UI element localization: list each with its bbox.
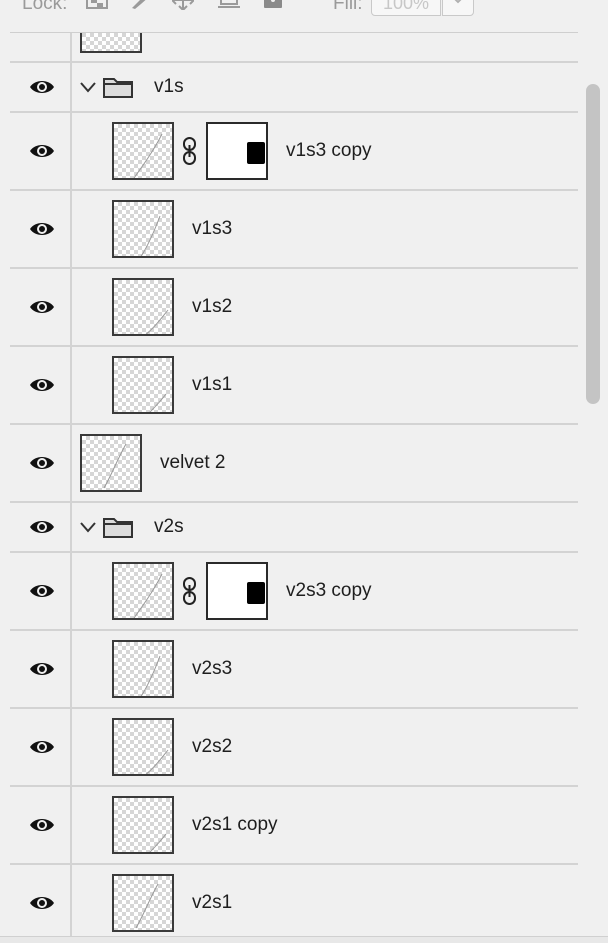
layer-thumbnail-stroke [145, 309, 169, 334]
fill-input[interactable]: 100% [371, 0, 441, 16]
layer-name: v2s3 copy [286, 580, 372, 601]
layer-group-row[interactable]: v1s [10, 63, 578, 113]
lock-artboard-icon[interactable] [218, 0, 240, 10]
eye-icon[interactable] [29, 142, 55, 160]
scrollbar-thumb[interactable] [586, 84, 600, 404]
layer-thumbnail-stroke [103, 443, 127, 489]
folder-icon [103, 78, 133, 98]
visibility-cell[interactable] [10, 503, 72, 551]
layer-row[interactable]: v1s3 copy [10, 113, 578, 191]
layer-thumbnail-stroke [140, 215, 161, 256]
eye-icon[interactable] [29, 298, 55, 316]
layer-thumbnail [80, 33, 142, 53]
layer-thumbnail-stroke [149, 833, 167, 852]
layer-thumbnail[interactable] [112, 718, 174, 776]
layer-name: v2s2 [192, 736, 233, 757]
visibility-cell [10, 33, 72, 61]
layer-thumbnail-stroke [145, 749, 169, 774]
layer-mask-thumbnail[interactable] [206, 562, 268, 620]
eye-icon[interactable] [29, 582, 55, 600]
lock-transparent-pixels-icon[interactable] [86, 0, 108, 10]
eye-icon[interactable] [29, 220, 55, 238]
mask-black-area [247, 142, 265, 164]
layer-thumbnail[interactable] [112, 122, 174, 180]
link-icon[interactable] [182, 137, 198, 165]
layer-row[interactable]: v1s2 [10, 269, 578, 347]
visibility-cell[interactable] [10, 631, 72, 707]
layer-thumbnail-stroke [133, 573, 163, 618]
eye-icon[interactable] [29, 816, 55, 834]
mask-black-area [247, 582, 265, 604]
lock-position-icon[interactable] [172, 0, 194, 10]
layer-row[interactable]: velvet 2 [10, 425, 578, 503]
layer-row[interactable]: v1s1 [10, 347, 578, 425]
layer-group-row[interactable]: v2s [10, 503, 578, 553]
visibility-cell[interactable] [10, 865, 72, 937]
eye-icon[interactable] [29, 738, 55, 756]
folder-icon [103, 518, 133, 538]
layers-panel: v1s v1s3 copy v1s3 v1s2 v1s1 velvet 2 v2s v2s3 … [10, 32, 578, 937]
visibility-cell[interactable] [10, 787, 72, 863]
layer-thumbnail[interactable] [112, 356, 174, 414]
layer-thumbnail[interactable] [112, 562, 174, 620]
visibility-cell[interactable] [10, 553, 72, 629]
layer-thumbnail-stroke [135, 883, 159, 929]
chevron-down-icon[interactable] [80, 521, 96, 533]
layer-thumbnail-stroke [133, 133, 163, 178]
layer-row[interactable]: v2s1 copy [10, 787, 578, 865]
visibility-cell[interactable] [10, 425, 72, 501]
eye-icon[interactable] [29, 518, 55, 536]
visibility-cell[interactable] [10, 63, 72, 111]
chevron-down-icon [454, 0, 462, 4]
layer-thumbnail-stroke [140, 655, 161, 696]
visibility-cell[interactable] [10, 709, 72, 785]
layer-name: v2s [154, 516, 184, 537]
layer-name: v1s [154, 76, 184, 97]
layer-row[interactable] [10, 33, 578, 63]
layer-thumbnail[interactable] [112, 796, 174, 854]
layer-mask-thumbnail[interactable] [206, 122, 268, 180]
visibility-cell[interactable] [10, 269, 72, 345]
eye-icon[interactable] [29, 894, 55, 912]
eye-icon[interactable] [29, 376, 55, 394]
layer-row[interactable]: v2s3 [10, 631, 578, 709]
layer-thumbnail[interactable] [112, 640, 174, 698]
chevron-down-icon[interactable] [80, 81, 96, 93]
layer-name: v1s3 copy [286, 140, 372, 161]
fill-label: Fill: [333, 0, 363, 14]
layer-name: v2s3 [192, 658, 233, 679]
eye-icon[interactable] [29, 454, 55, 472]
lock-image-pixels-icon[interactable] [128, 0, 150, 10]
layer-thumbnail[interactable] [112, 200, 174, 258]
fill-dropdown-button[interactable] [442, 0, 474, 16]
layer-thumbnail[interactable] [112, 278, 174, 336]
layer-name: v1s2 [192, 296, 233, 317]
layer-name: v1s1 [192, 374, 233, 395]
layer-name: v1s3 [192, 218, 233, 239]
layer-thumbnail[interactable] [80, 434, 142, 492]
layer-thumbnail[interactable] [112, 874, 174, 932]
lock-all-icon[interactable] [262, 0, 284, 10]
visibility-cell[interactable] [10, 113, 72, 189]
layer-name: v2s1 copy [192, 814, 278, 835]
layer-row[interactable]: v1s3 [10, 191, 578, 269]
layer-name: velvet 2 [160, 452, 226, 473]
layer-name: v2s1 [192, 892, 233, 913]
layer-row[interactable]: v2s2 [10, 709, 578, 787]
link-icon[interactable] [182, 577, 198, 605]
layer-row[interactable]: v2s1 [10, 865, 578, 937]
layer-row[interactable]: v2s3 copy [10, 553, 578, 631]
layer-thumbnail-stroke [149, 393, 167, 412]
eye-icon[interactable] [29, 660, 55, 678]
eye-icon[interactable] [29, 78, 55, 96]
visibility-cell[interactable] [10, 191, 72, 267]
lock-bar: Lock: Fill: 100% [0, 0, 608, 20]
visibility-cell[interactable] [10, 347, 72, 423]
lock-label: Lock: [22, 0, 68, 14]
